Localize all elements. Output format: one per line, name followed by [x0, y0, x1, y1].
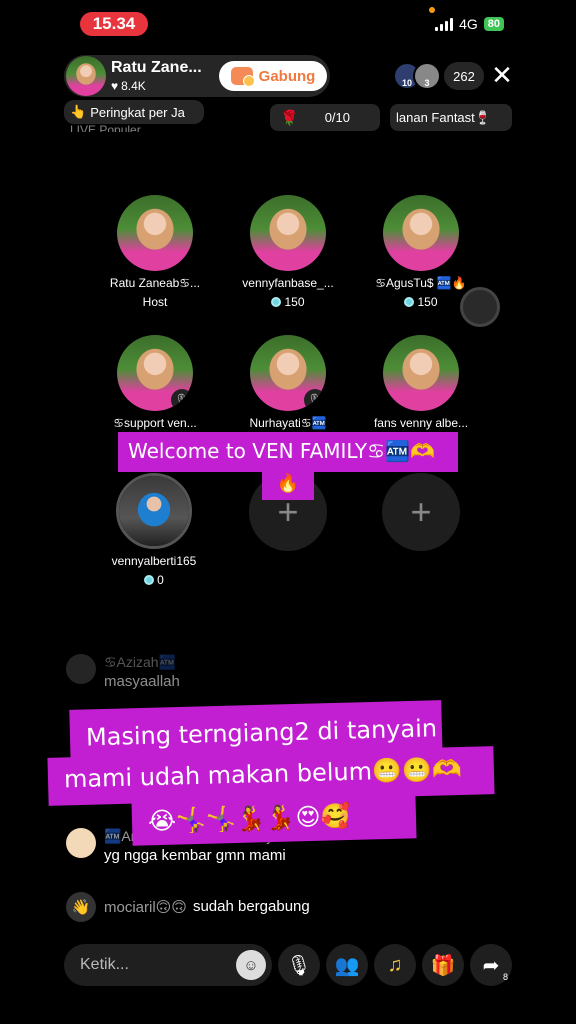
seat-name: fans venny albe... — [373, 416, 469, 430]
heart-icon: ♥ — [111, 79, 119, 93]
chat-username[interactable]: ♋Azizah🏧 — [104, 654, 180, 671]
guest-seat[interactable]: 🎙 ♋support ven... — [85, 335, 225, 430]
mic-muted-icon: 🎙 — [171, 389, 193, 411]
chat-text: masyaallah — [104, 673, 180, 690]
coin-icon — [271, 297, 282, 307]
guests-icon: 👥 — [334, 954, 360, 977]
signal-icon — [435, 17, 454, 31]
ranking-label: Peringkat per Ja — [90, 104, 185, 120]
viewer-count[interactable]: 262 — [444, 62, 484, 90]
microphone-icon: 🎙 — [286, 954, 312, 977]
rose-icon: 🌹 — [280, 109, 299, 127]
chat-join-notice: 👋 mociaril🙃🙃 sudah bergabung — [66, 892, 310, 922]
gift-icon: 🍷 — [474, 109, 491, 125]
chat-avatar[interactable] — [66, 828, 96, 858]
seat-name: vennyalberti165 — [111, 554, 197, 568]
seat-avatar[interactable] — [250, 195, 326, 271]
seat-avatar[interactable] — [116, 473, 192, 549]
host-role-label: Host — [142, 295, 168, 309]
chat-message: ♋Azizah🏧 masyaallah — [66, 654, 180, 690]
coin-icon — [404, 297, 415, 307]
guest-seat[interactable]: vennyfanbase_... 150 — [218, 195, 358, 309]
ranking-chip[interactable]: 👆 Peringkat per Ja — [64, 100, 204, 124]
fantasy-label: lanan Fantast — [396, 110, 475, 125]
join-button[interactable]: Gabung — [219, 61, 327, 91]
seat-avatar[interactable] — [383, 195, 459, 271]
hand-icon: 👆 — [70, 104, 87, 119]
guests-button[interactable]: 👥 — [326, 944, 368, 986]
seat-coins: 0 — [84, 573, 224, 587]
chat-avatar[interactable] — [66, 654, 96, 684]
host-likes-count: 8.4K — [121, 79, 146, 93]
gift-icon: 🎁 — [430, 954, 456, 977]
mic-muted-icon: 🎙 — [304, 389, 326, 411]
chat-text: yg ngga kembar gmn mami — [104, 847, 286, 864]
seat-coins: 150 — [218, 295, 358, 309]
seat-name: ♋AgusTu$ 🏧🔥 — [375, 276, 467, 290]
gift-goal-chip[interactable]: 🌹 0/10 — [270, 104, 380, 131]
floating-assistive-button[interactable] — [460, 287, 500, 327]
seat-avatar[interactable] — [117, 195, 193, 271]
welcome-caption-line2: 🔥 — [262, 470, 314, 500]
host-name[interactable]: Ratu Zane... — [111, 59, 213, 77]
guest-seat[interactable]: fans venny albe... — [351, 335, 491, 430]
share-icon: ➦ — [482, 954, 500, 977]
music-icon: ♫ — [387, 953, 403, 976]
join-icon — [230, 67, 255, 87]
wave-icon: 👋 — [66, 892, 96, 922]
status-indicators: 4G 80 — [435, 16, 504, 32]
music-button[interactable]: ♫ — [374, 944, 416, 986]
gift-button[interactable]: 🎁 — [422, 944, 464, 986]
privacy-indicator-dot — [429, 7, 435, 13]
seat-name: vennyfanbase_... — [242, 276, 334, 290]
ranking-sub-label: LIVE Populer — [70, 123, 141, 132]
host-avatar[interactable] — [66, 56, 106, 96]
seat-name: Nurhayati♋🏧 — [249, 416, 327, 430]
battery-icon: 80 — [483, 17, 504, 31]
guest-seat[interactable]: vennyalberti165 0 — [84, 473, 224, 587]
seat-avatar[interactable]: 🎙 — [117, 335, 193, 411]
network-type: 4G — [459, 16, 478, 32]
share-count: 8 — [502, 972, 508, 982]
empty-seat-add-button[interactable]: + — [382, 473, 460, 551]
top-viewers[interactable]: 10 3 — [393, 62, 441, 90]
seat-avatar[interactable]: 🎙 — [250, 335, 326, 411]
fantasy-chip[interactable]: lanan Fantast 🍷 — [390, 104, 512, 131]
host-likes: ♥ 8.4K — [111, 79, 146, 93]
chat-text: sudah bergabung — [192, 898, 310, 915]
comment-placeholder: Ketik... — [80, 956, 129, 973]
status-time: 15.34 — [80, 12, 148, 36]
seat-name: Ratu Zaneab♋... — [109, 276, 201, 290]
gift-goal-progress: 0/10 — [324, 110, 350, 125]
guest-seat[interactable]: Ratu Zaneab♋... Host — [85, 195, 225, 309]
close-icon[interactable]: ✕ — [488, 60, 516, 90]
seat-name: ♋support ven... — [113, 416, 197, 430]
seat-avatar[interactable] — [383, 335, 459, 411]
join-label: Gabung — [258, 67, 316, 85]
main-caption-line3: 😭🤸‍♀️🤸‍♀️💃💃😍🥰 — [131, 792, 417, 846]
share-button[interactable]: ➦ 8 — [470, 944, 512, 986]
coin-icon — [144, 575, 155, 585]
chat-username[interactable]: mociaril🙃🙃 — [104, 898, 187, 916]
emoji-icon[interactable]: ☺ — [236, 950, 266, 980]
viewer-avatar[interactable]: 3 — [413, 62, 441, 90]
microphone-button[interactable]: 🎙 — [278, 944, 320, 986]
welcome-caption: Welcome to VEN FAMILY♋🏧🫶 — [118, 432, 458, 472]
guest-seat[interactable]: 🎙 Nurhayati♋🏧 — [218, 335, 358, 430]
